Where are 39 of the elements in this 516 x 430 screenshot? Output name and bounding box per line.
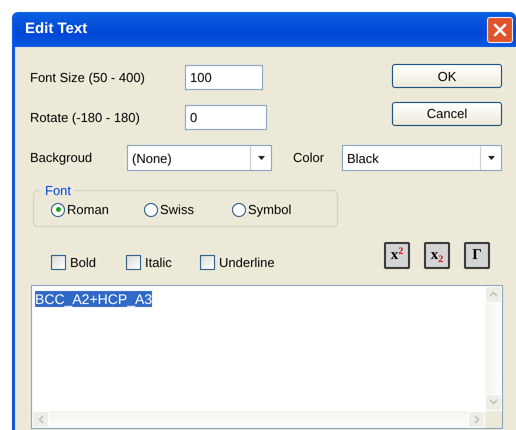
- dropdown-field[interactable]: Black: [342, 145, 502, 171]
- horizontal-scrollbar[interactable]: [32, 410, 485, 428]
- scroll-up-icon: [489, 291, 498, 297]
- radio-button[interactable]: [144, 202, 158, 217]
- radio-button[interactable]: [51, 202, 65, 217]
- scrollbar-corner: [485, 410, 502, 428]
- text-value: BCC_A2+HCP_A3: [35, 290, 152, 306]
- subscript-button[interactable]: x$_{2}$: [424, 242, 450, 270]
- radio-option[interactable]: Roman: [51, 200, 144, 220]
- input-field[interactable]: 0: [185, 105, 267, 130]
- dropdown-arrow-icon: [258, 156, 264, 160]
- checkbox[interactable]: [126, 255, 141, 270]
- vertical-scrollbar[interactable]: [485, 286, 502, 410]
- checkbox[interactable]: [200, 255, 215, 270]
- radio-option[interactable]: Symbol: [232, 200, 320, 220]
- superscript-button[interactable]: x$^{2}$: [384, 242, 410, 270]
- scroll-right-icon: [474, 414, 480, 424]
- window-title: Edit Text: [25, 19, 88, 40]
- input-field[interactable]: 100: [185, 65, 263, 90]
- dropdown-label: Color: [293, 149, 326, 168]
- cancel-button[interactable]: Cancel: [392, 102, 502, 126]
- checkbox-option[interactable]: Italic: [126, 253, 200, 272]
- dropdown-label: Backgroud: [30, 149, 94, 168]
- gamma-button[interactable]: Γ: [464, 242, 490, 270]
- text-area[interactable]: BCC_A2+HCP_A3: [31, 284, 503, 428]
- radio-button[interactable]: [232, 202, 246, 217]
- scroll-down-icon: [489, 399, 498, 405]
- close-button[interactable]: [487, 16, 513, 42]
- checkbox-option[interactable]: Underline: [200, 253, 320, 272]
- dropdown-arrow-icon: [488, 156, 494, 160]
- scroll-left-icon: [38, 414, 44, 424]
- field-label: Font Size (50 - 400): [30, 68, 146, 87]
- checkbox-option[interactable]: Bold: [51, 253, 126, 272]
- checkbox[interactable]: [51, 255, 66, 270]
- close-icon: [493, 22, 507, 36]
- field-label: Rotate (-180 - 180): [30, 108, 141, 127]
- radio-option[interactable]: Swiss: [144, 200, 232, 220]
- ok-button[interactable]: OK: [392, 64, 502, 88]
- dropdown-field[interactable]: (None): [127, 145, 272, 171]
